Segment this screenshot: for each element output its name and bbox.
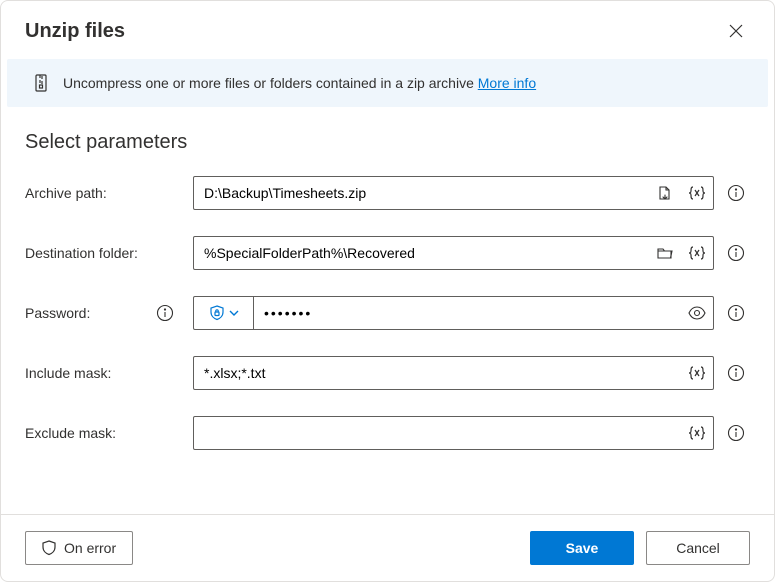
include-mask-input-wrap bbox=[193, 356, 714, 390]
archive-path-info[interactable] bbox=[722, 179, 750, 207]
cancel-label: Cancel bbox=[676, 540, 720, 556]
variable-icon bbox=[688, 185, 706, 201]
on-error-button[interactable]: On error bbox=[25, 531, 133, 565]
folder-icon bbox=[657, 245, 673, 261]
banner-text: Uncompress one or more files or folders … bbox=[63, 75, 536, 91]
info-icon bbox=[727, 364, 745, 382]
row-archive-path: Archive path: bbox=[25, 176, 750, 210]
destination-folder-variable-button[interactable] bbox=[681, 237, 713, 269]
dialog-header: Unzip files bbox=[1, 1, 774, 59]
destination-folder-browse-button[interactable] bbox=[649, 237, 681, 269]
parameters-section: Select parameters Archive path: Destinat… bbox=[1, 107, 774, 514]
row-exclude-mask: Exclude mask: bbox=[25, 416, 750, 450]
chevron-down-icon bbox=[229, 308, 239, 318]
password-reveal-button[interactable] bbox=[681, 297, 713, 329]
info-icon bbox=[727, 184, 745, 202]
destination-folder-info[interactable] bbox=[722, 239, 750, 267]
exclude-mask-input[interactable] bbox=[194, 417, 681, 449]
dialog-title: Unzip files bbox=[25, 20, 125, 43]
info-icon bbox=[156, 304, 174, 322]
password-input-wrap bbox=[193, 296, 714, 330]
password-mode-dropdown[interactable] bbox=[194, 297, 254, 329]
cancel-button[interactable]: Cancel bbox=[646, 531, 750, 565]
exclude-mask-input-wrap bbox=[193, 416, 714, 450]
section-title: Select parameters bbox=[25, 131, 750, 154]
on-error-label: On error bbox=[64, 540, 116, 556]
zip-icon bbox=[31, 73, 51, 93]
archive-path-label: Archive path: bbox=[25, 185, 107, 201]
file-select-icon bbox=[657, 185, 673, 201]
row-include-mask: Include mask: bbox=[25, 356, 750, 390]
password-label: Password: bbox=[25, 305, 90, 321]
password-label-info[interactable] bbox=[151, 299, 179, 327]
footer-actions: Save Cancel bbox=[530, 531, 750, 565]
more-info-link[interactable]: More info bbox=[478, 75, 536, 91]
row-password: Password: bbox=[25, 296, 750, 330]
info-icon bbox=[727, 424, 745, 442]
info-icon bbox=[727, 244, 745, 262]
archive-path-input-wrap bbox=[193, 176, 714, 210]
include-mask-info[interactable] bbox=[722, 359, 750, 387]
dialog-footer: On error Save Cancel bbox=[1, 514, 774, 581]
close-button[interactable] bbox=[722, 17, 750, 45]
shield-icon bbox=[42, 540, 56, 556]
include-mask-input[interactable] bbox=[194, 357, 681, 389]
archive-path-input[interactable] bbox=[194, 177, 649, 209]
save-button[interactable]: Save bbox=[530, 531, 634, 565]
password-info[interactable] bbox=[722, 299, 750, 327]
archive-path-file-button[interactable] bbox=[649, 177, 681, 209]
info-icon bbox=[727, 304, 745, 322]
save-label: Save bbox=[566, 540, 599, 556]
archive-path-variable-button[interactable] bbox=[681, 177, 713, 209]
info-banner: Uncompress one or more files or folders … bbox=[7, 59, 768, 107]
banner-message: Uncompress one or more files or folders … bbox=[63, 75, 478, 91]
password-input[interactable] bbox=[254, 297, 681, 329]
close-icon bbox=[729, 24, 743, 38]
variable-icon bbox=[688, 245, 706, 261]
variable-icon bbox=[688, 365, 706, 381]
variable-icon bbox=[688, 425, 706, 441]
include-mask-label: Include mask: bbox=[25, 365, 111, 381]
exclude-mask-label: Exclude mask: bbox=[25, 425, 116, 441]
destination-folder-input[interactable] bbox=[194, 237, 649, 269]
row-destination-folder: Destination folder: bbox=[25, 236, 750, 270]
destination-folder-input-wrap bbox=[193, 236, 714, 270]
exclude-mask-info[interactable] bbox=[722, 419, 750, 447]
eye-icon bbox=[688, 305, 706, 321]
include-mask-variable-button[interactable] bbox=[681, 357, 713, 389]
destination-folder-label: Destination folder: bbox=[25, 245, 138, 261]
shield-lock-icon bbox=[209, 305, 225, 321]
exclude-mask-variable-button[interactable] bbox=[681, 417, 713, 449]
